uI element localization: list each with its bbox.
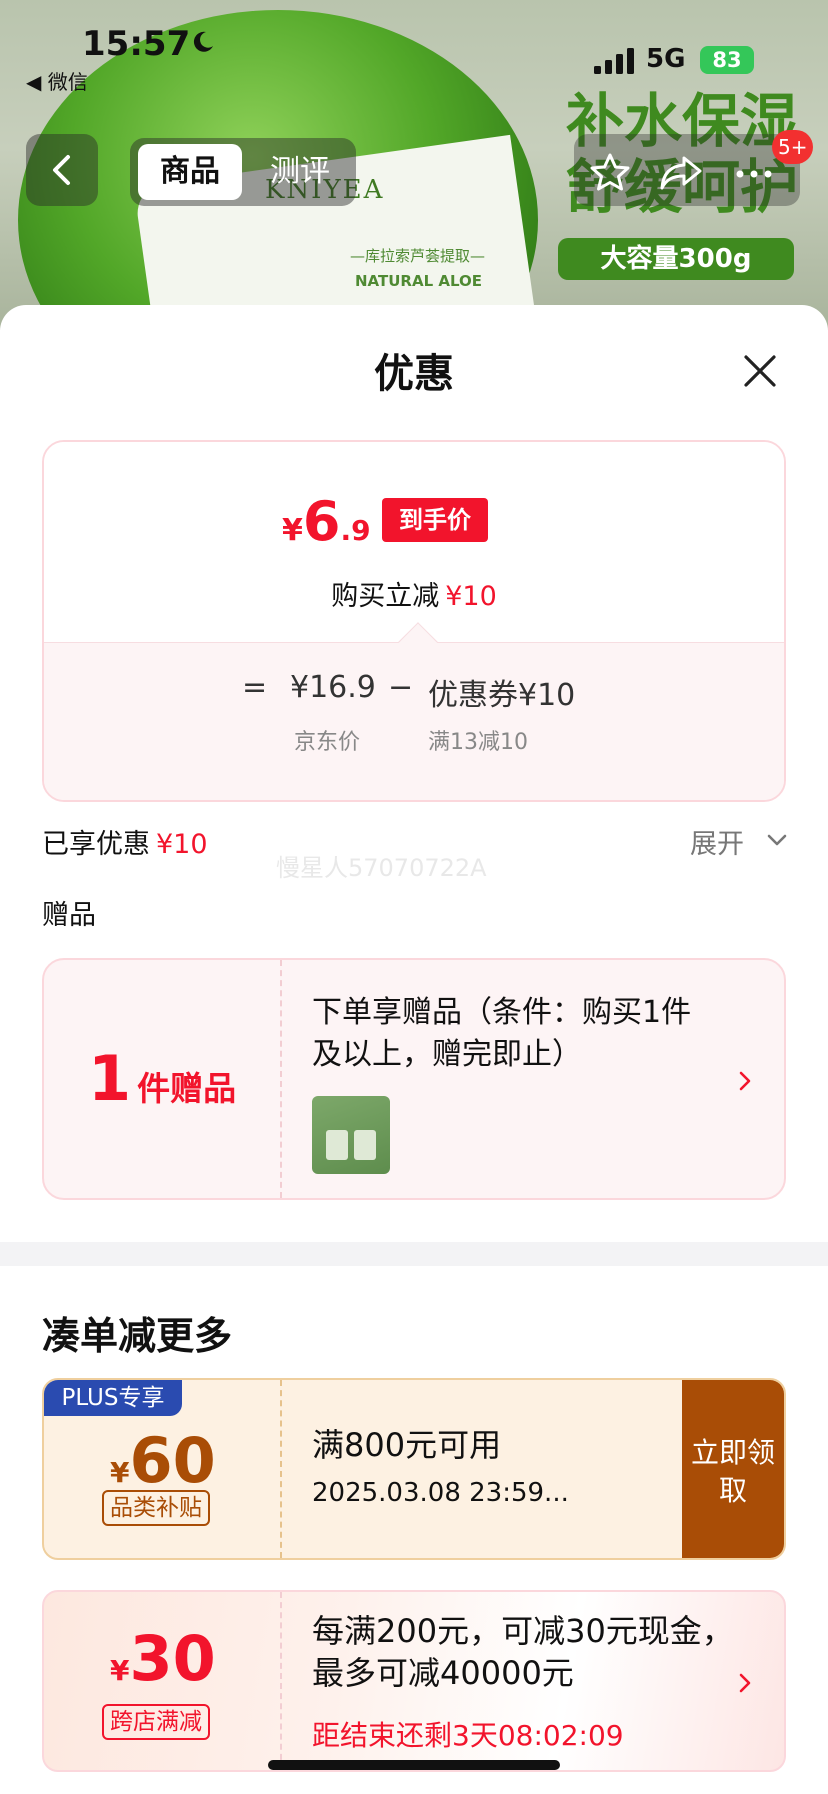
top-actions: [574, 134, 800, 206]
enjoyed-discount: 已享优惠 ¥10: [42, 822, 208, 861]
home-indicator[interactable]: [268, 1760, 560, 1770]
formula-equals: =: [242, 670, 268, 705]
section-divider: [0, 1242, 828, 1266]
discount-sheet: 优惠 ¥6.9 到手价 购买立减 ¥10 = ¥16.9 − 优惠券¥10 京东价…: [0, 305, 828, 1794]
coupon-cross-description: 每满200元，可减30元现金，最多可减40000元: [312, 1612, 734, 1692]
reduce-value: ¥10: [445, 581, 497, 612]
expand-button[interactable]: 展开: [690, 822, 744, 861]
chevron-left-icon: [53, 155, 70, 185]
chevron-right-icon[interactable]: [738, 1070, 752, 1092]
formula-minus: −: [388, 670, 414, 705]
top-tabs: 商品 测评: [130, 138, 356, 206]
signal-icon: [594, 48, 634, 74]
claim-coupon-button[interactable]: 立即领取: [682, 1380, 784, 1558]
instant-reduce: 购买立减 ¥10: [44, 574, 784, 613]
coupon-plus: PLUS专享 ¥60 品类补贴 满800元可用 2025.03.08 23:59…: [42, 1378, 786, 1560]
chevron-right-icon[interactable]: [738, 1672, 752, 1694]
final-price: ¥6.9: [282, 490, 371, 553]
final-price-int: 6: [302, 490, 341, 553]
coupon-cross-currency: ¥: [110, 1654, 130, 1687]
more-discounts-heading: 凑单减更多: [42, 1314, 233, 1358]
back-to-app-link[interactable]: ◀ 微信: [26, 66, 88, 95]
coupon-plus-currency: ¥: [110, 1456, 130, 1489]
jd-price-label: 京东价: [294, 730, 361, 755]
gift-count-number: 1: [88, 1042, 132, 1115]
enjoyed-label: 已享优惠: [42, 829, 150, 860]
coupon-amount: 优惠券¥10: [428, 678, 576, 713]
coupon-plus-condition: 满800元可用: [312, 1426, 502, 1464]
coupon-cross-amount: ¥30: [110, 1622, 216, 1695]
coupon-plus-type: 品类补贴: [102, 1490, 210, 1526]
jd-price: ¥16.9: [290, 670, 376, 705]
moon-icon: [193, 31, 213, 52]
ad-capacity: 大容量300g: [558, 238, 794, 280]
jar-label-line1: —库拉索芦荟提取—: [350, 247, 486, 265]
final-price-currency: ¥: [282, 513, 303, 548]
final-price-tag: 到手价: [382, 498, 488, 542]
reduce-label: 购买立减: [331, 581, 440, 612]
gift-description: 下单享赠品（条件：购买1件及以上，赠完即止）: [312, 995, 692, 1072]
battery-indicator: 83: [700, 46, 754, 74]
plus-tag: PLUS专享: [44, 1380, 182, 1416]
enjoyed-value: ¥10: [156, 829, 208, 860]
gift-count-unit: 件赠品: [137, 1069, 237, 1108]
chevron-down-icon[interactable]: [766, 832, 788, 848]
gift-count: 1 件赠品: [88, 1042, 236, 1115]
more-icon[interactable]: [732, 152, 776, 192]
status-time: 15:57: [82, 24, 191, 64]
tab-product[interactable]: 商品: [138, 144, 242, 200]
coupon-cross-value: 30: [129, 1622, 216, 1695]
close-icon[interactable]: [740, 351, 780, 391]
gift-heading: 赠品: [42, 900, 96, 931]
coupon-plus-expiry: 2025.03.08 23:59...: [312, 1478, 569, 1508]
price-card: ¥6.9 到手价 购买立减 ¥10 = ¥16.9 − 优惠券¥10 京东价 满1…: [42, 440, 786, 802]
coupon-cross-countdown: 距结束还剩3天08:02:09: [312, 1719, 624, 1752]
coupon-plus-amount: ¥60: [110, 1424, 216, 1497]
tab-reviews[interactable]: 测评: [252, 144, 348, 200]
share-icon[interactable]: [658, 152, 704, 192]
favorite-star-icon[interactable]: [588, 152, 632, 192]
coupon-condition: 满13减10: [428, 730, 528, 755]
gift-card[interactable]: 1 件赠品 下单享赠品（条件：购买1件及以上，赠完即止）: [42, 958, 786, 1200]
watermark: 慢星人57070722A: [276, 854, 487, 882]
gift-thumbnail[interactable]: [312, 1096, 390, 1174]
message-badge: 5+: [772, 130, 814, 164]
coupon-cross-type: 跨店满减: [102, 1704, 210, 1740]
jar-label-line2: NATURAL ALOE: [355, 272, 482, 290]
coupon-cross-store[interactable]: ¥30 跨店满减 每满200元，可减30元现金，最多可减40000元 距结束还剩…: [42, 1590, 786, 1772]
final-price-dec: .9: [340, 514, 371, 547]
network-label: 5G: [646, 44, 686, 74]
back-button[interactable]: [26, 134, 98, 206]
sheet-title: 优惠: [374, 351, 454, 397]
coupon-plus-value: 60: [129, 1424, 216, 1497]
